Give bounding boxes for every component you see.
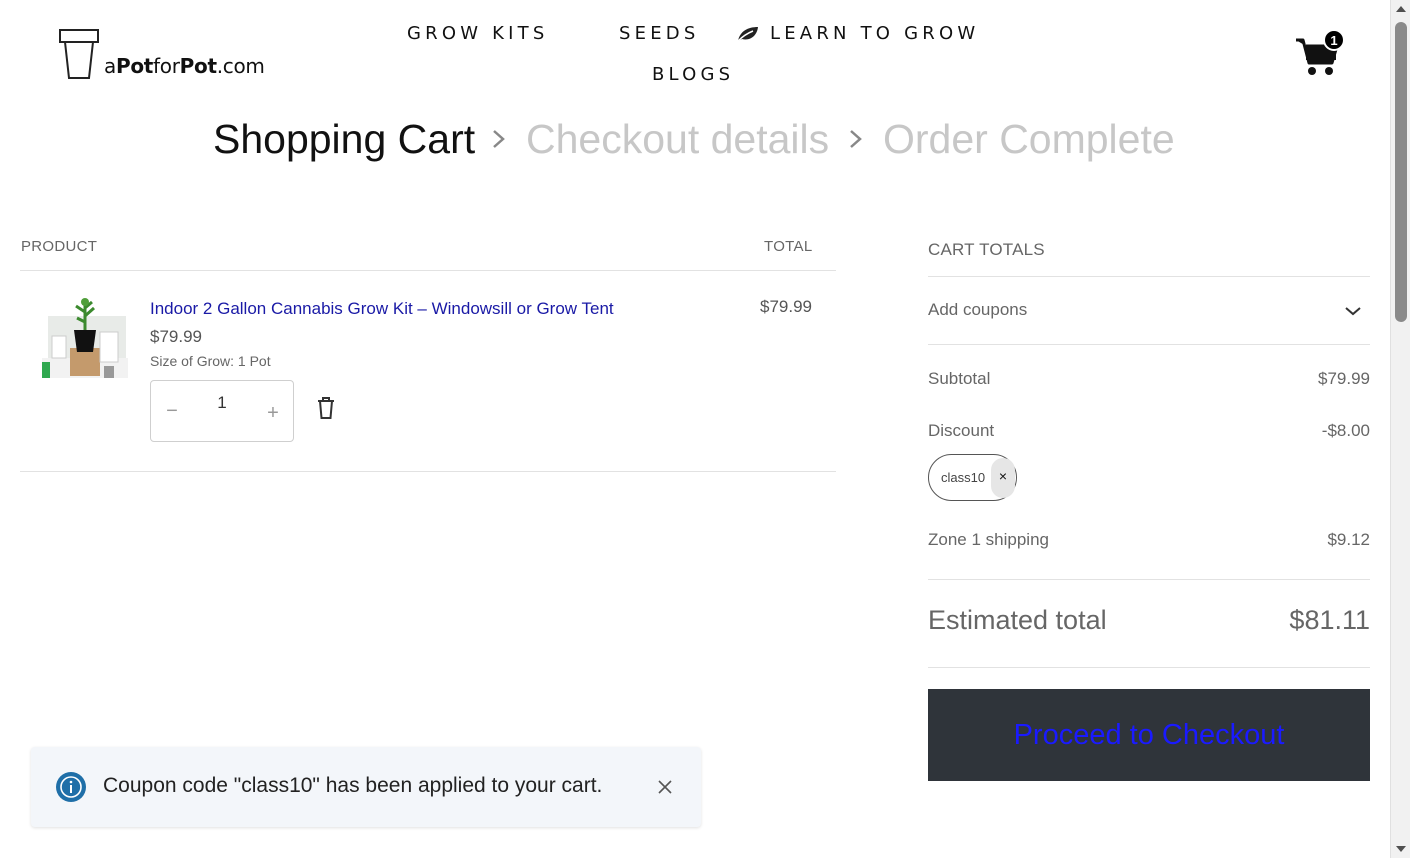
discount-label: Discount bbox=[928, 421, 995, 440]
pot-icon bbox=[59, 29, 99, 79]
column-header-total: TOTAL bbox=[764, 238, 813, 255]
discount-value: -$8.00 bbox=[1321, 421, 1370, 440]
scroll-up-arrow-icon[interactable] bbox=[1396, 6, 1406, 12]
coupon-code-label: class10 bbox=[941, 470, 986, 485]
quantity-decrease-button[interactable]: − bbox=[163, 399, 181, 423]
chevron-down-icon bbox=[1345, 307, 1361, 316]
nav-learn-to-grow[interactable]: LEARN TO GROW bbox=[736, 23, 979, 44]
breadcrumb-checkout-details[interactable]: Checkout details bbox=[526, 116, 829, 163]
scroll-down-arrow-icon[interactable] bbox=[1396, 846, 1406, 852]
info-icon bbox=[56, 772, 86, 802]
estimated-total-label: Estimated total bbox=[928, 605, 1107, 635]
cart-count-badge: 1 bbox=[1323, 29, 1345, 51]
coupon-applied-notice: Coupon code "class10" has been applied t… bbox=[31, 747, 701, 827]
product-unit-price: $79.99 bbox=[150, 327, 202, 346]
nav-blogs[interactable]: BLOGS bbox=[652, 64, 734, 85]
product-name-link[interactable]: Indoor 2 Gallon Cannabis Grow Kit – Wind… bbox=[150, 299, 614, 319]
close-icon[interactable] bbox=[657, 779, 673, 795]
shipping-value: $9.12 bbox=[1327, 530, 1370, 549]
nav-grow-kits[interactable]: GROW KITS bbox=[407, 23, 548, 44]
subtotal-label: Subtotal bbox=[928, 369, 991, 388]
leaf-icon bbox=[737, 26, 758, 42]
divider bbox=[20, 270, 836, 271]
column-header-product: PRODUCT bbox=[21, 238, 98, 255]
chevron-right-icon bbox=[493, 130, 505, 148]
proceed-to-checkout-button[interactable]: Proceed to Checkout bbox=[928, 689, 1370, 781]
breadcrumb-order-complete[interactable]: Order Complete bbox=[883, 116, 1175, 163]
quantity-input[interactable]: 1 bbox=[207, 393, 237, 413]
quantity-stepper: − 1 + bbox=[150, 380, 294, 442]
remove-coupon-button[interactable]: × bbox=[991, 458, 1015, 498]
nav-seeds[interactable]: SEEDS bbox=[619, 23, 699, 44]
site-logo[interactable]: aPotforPot.com bbox=[58, 26, 265, 80]
vertical-scrollbar[interactable] bbox=[1390, 0, 1410, 858]
breadcrumb-shopping-cart[interactable]: Shopping Cart bbox=[213, 116, 475, 163]
divider bbox=[928, 667, 1370, 668]
product-variant: Size of Grow: 1 Pot bbox=[150, 353, 271, 369]
product-line-total: $79.99 bbox=[760, 297, 812, 316]
chevron-right-icon bbox=[850, 130, 862, 148]
subtotal-value: $79.99 bbox=[1318, 369, 1370, 388]
notice-message: Coupon code "class10" has been applied t… bbox=[103, 774, 603, 797]
coupon-chip: class10 × bbox=[928, 454, 1017, 501]
add-coupons-label: Add coupons bbox=[928, 300, 1028, 319]
nav-learn-label: LEARN TO GROW bbox=[770, 23, 980, 44]
product-thumbnail[interactable] bbox=[40, 296, 130, 382]
quantity-increase-button[interactable]: + bbox=[263, 401, 283, 425]
divider bbox=[928, 579, 1370, 580]
shipping-label: Zone 1 shipping bbox=[928, 530, 1049, 549]
divider bbox=[20, 471, 836, 472]
divider bbox=[928, 344, 1370, 345]
trash-icon[interactable] bbox=[316, 396, 336, 420]
cart-totals-title: CART TOTALS bbox=[928, 240, 1045, 259]
estimated-total-value: $81.11 bbox=[1289, 605, 1370, 635]
scrollbar-thumb[interactable] bbox=[1395, 22, 1407, 322]
logo-text: aPotforPot.com bbox=[104, 54, 265, 78]
divider bbox=[928, 276, 1370, 277]
